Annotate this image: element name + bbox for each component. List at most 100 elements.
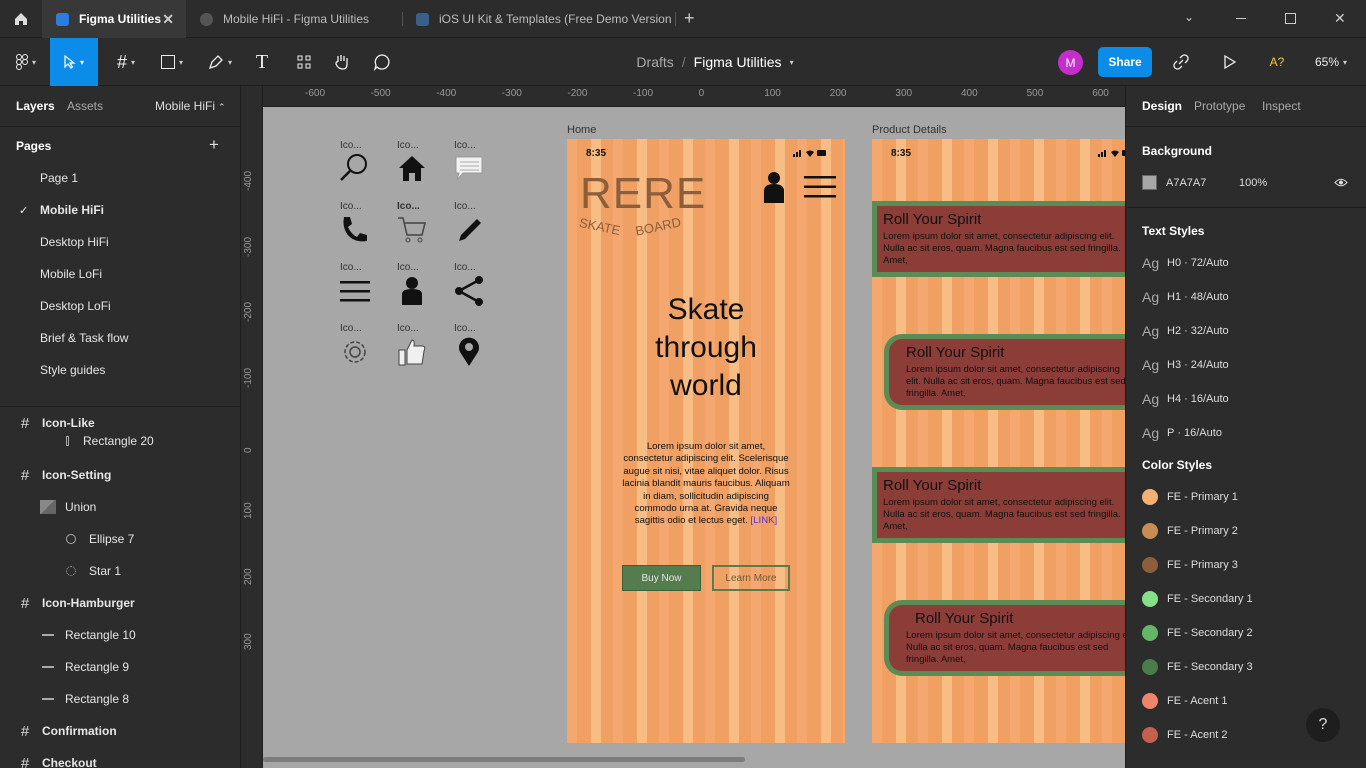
font-check-button[interactable]: A? xyxy=(1262,38,1292,86)
search-icon[interactable] xyxy=(339,153,371,185)
zoom-menu[interactable]: 65% ▾ xyxy=(1308,38,1354,86)
frame-label-home[interactable]: Home xyxy=(567,124,596,136)
text-style-item[interactable]: Ag H1 · 48/Auto xyxy=(1142,287,1229,307)
product-card[interactable]: Roll Your Spirit Lorem ipsum dolor sit a… xyxy=(884,600,1125,676)
product-card[interactable]: Roll Your Spirit Lorem ipsum dolor sit a… xyxy=(872,201,1125,277)
window-close-icon[interactable]: ✕ xyxy=(1334,10,1346,27)
shape-tool-button[interactable]: ▾ xyxy=(152,38,192,86)
chevron-down-icon[interactable]: ▾ xyxy=(790,58,794,67)
text-style-item[interactable]: Ag H4 · 16/Auto xyxy=(1142,389,1229,409)
comment-tool-button[interactable] xyxy=(368,38,396,86)
text-style-item[interactable]: Ag H2 · 32/Auto xyxy=(1142,321,1229,341)
text-style-size: 24/Auto xyxy=(1190,359,1229,371)
page-item[interactable]: Desktop HiFi xyxy=(0,226,240,258)
page-item[interactable]: Desktop LoFi xyxy=(0,290,240,322)
pencil-icon[interactable] xyxy=(453,214,485,246)
color-style-item[interactable]: FE - Primary 3 xyxy=(1142,555,1238,575)
phone-icon[interactable] xyxy=(339,214,371,246)
layer-item[interactable]: Rectangle 10 xyxy=(0,619,240,651)
layer-item[interactable]: # Icon-Hamburger xyxy=(0,587,240,619)
text-style-item[interactable]: Ag H0 · 72/Auto xyxy=(1142,253,1229,273)
product-card[interactable]: Roll Your Spirit Lorem ipsum dolor sit a… xyxy=(884,334,1125,410)
layer-item[interactable]: # Checkout xyxy=(0,747,240,768)
frame-tool-button[interactable]: # ▾ xyxy=(106,38,146,86)
color-style-item[interactable]: FE - Secondary 3 xyxy=(1142,657,1253,677)
minimize-icon[interactable] xyxy=(1236,18,1246,19)
thumbs-up-icon[interactable] xyxy=(396,336,428,368)
tab-figma-utilities[interactable]: Figma Utilities ✕ xyxy=(42,0,186,38)
add-page-icon[interactable]: + xyxy=(209,135,219,155)
text-tool-button[interactable]: T xyxy=(248,38,276,86)
close-icon[interactable]: ✕ xyxy=(162,11,174,28)
page-item[interactable]: Page 1 xyxy=(0,162,240,194)
layer-item[interactable]: Rectangle 9 xyxy=(0,651,240,683)
home-icon[interactable] xyxy=(396,153,428,185)
page-item[interactable]: Style guides xyxy=(0,354,240,386)
copy-link-button[interactable] xyxy=(1168,38,1194,86)
body-link[interactable]: [LINK] xyxy=(751,515,778,526)
tab-mobile-hifi[interactable]: Mobile HiFi - Figma Utilities xyxy=(186,0,402,38)
text-style-item[interactable]: Ag P · 16/Auto xyxy=(1142,423,1222,443)
tab-assets[interactable]: Assets xyxy=(67,99,103,113)
location-pin-icon[interactable] xyxy=(453,336,485,368)
profile-icon[interactable] xyxy=(763,171,785,203)
color-style-item[interactable]: FE - Primary 2 xyxy=(1142,521,1238,541)
tab-ios-ui-kit[interactable]: iOS UI Kit & Templates (Free Demo Versio… xyxy=(402,0,674,38)
new-tab-icon[interactable]: + xyxy=(684,8,695,29)
layer-item[interactable]: Rectangle 20 xyxy=(0,433,240,449)
page-item[interactable]: Mobile LoFi xyxy=(0,258,240,290)
layer-item[interactable]: # Icon-Setting xyxy=(0,459,240,491)
eye-icon[interactable] xyxy=(1334,178,1348,187)
canvas[interactable]: Ico... Ico... Ico... Ico... Ico... Ico... Ico.… xyxy=(263,107,1125,768)
layer-item[interactable]: # Confirmation xyxy=(0,715,240,747)
horizontal-scrollbar[interactable] xyxy=(263,757,745,762)
profile-icon[interactable] xyxy=(396,275,428,307)
home-icon[interactable] xyxy=(0,0,42,38)
cart-icon[interactable] xyxy=(396,214,428,246)
product-card[interactable]: Roll Your Spirit Lorem ipsum dolor sit a… xyxy=(872,467,1125,543)
present-button[interactable] xyxy=(1218,38,1242,86)
tab-inspect[interactable]: Inspect xyxy=(1262,99,1301,113)
tab-design[interactable]: Design xyxy=(1142,99,1182,113)
color-style-item[interactable]: FE - Secondary 1 xyxy=(1142,589,1253,609)
frame-home[interactable]: 8:35 RERE SKATE BOARD Skate through worl… xyxy=(567,139,845,743)
hamburger-icon[interactable] xyxy=(804,175,836,199)
chevron-down-icon[interactable]: ⌄ xyxy=(1184,10,1194,24)
comment-icon[interactable] xyxy=(453,153,485,185)
bg-opacity[interactable]: 100% xyxy=(1239,177,1267,189)
learn-more-button[interactable]: Learn More xyxy=(712,565,790,591)
file-name[interactable]: Figma Utilities xyxy=(694,54,782,70)
maximize-icon[interactable] xyxy=(1285,13,1296,24)
layer-item[interactable]: Rectangle 8 xyxy=(0,683,240,715)
page-item[interactable]: ✓ Mobile HiFi xyxy=(0,194,240,226)
main-menu-button[interactable]: ▾ xyxy=(8,38,44,86)
resources-button[interactable] xyxy=(290,38,318,86)
frame-product-details[interactable]: 8:35 Roll Your Spirit Lorem ipsum dolor … xyxy=(872,139,1125,743)
text-style-item[interactable]: Ag H3 · 24/Auto xyxy=(1142,355,1229,375)
layer-item[interactable]: Star 1 xyxy=(0,555,240,587)
layer-item[interactable]: Ellipse 7 xyxy=(0,523,240,555)
hand-tool-button[interactable] xyxy=(328,38,356,86)
page-item[interactable]: Brief & Task flow xyxy=(0,322,240,354)
help-button[interactable]: ? xyxy=(1306,708,1340,742)
tab-layers[interactable]: Layers xyxy=(16,99,55,113)
share-icon[interactable] xyxy=(453,275,485,307)
color-style-item[interactable]: FE - Acent 2 xyxy=(1142,725,1228,745)
layer-item[interactable]: Union xyxy=(0,491,240,523)
gear-icon[interactable] xyxy=(339,336,371,368)
frame-label-product-details[interactable]: Product Details xyxy=(872,124,947,136)
pen-tool-button[interactable]: ▾ xyxy=(200,38,240,86)
breadcrumb-drafts[interactable]: Drafts xyxy=(636,54,673,70)
tab-prototype[interactable]: Prototype xyxy=(1194,99,1245,113)
color-style-item[interactable]: FE - Primary 1 xyxy=(1142,487,1238,507)
buy-now-button[interactable]: Buy Now xyxy=(622,565,701,591)
page-switcher[interactable]: Mobile HiFi ⌃ xyxy=(155,99,226,113)
color-style-item[interactable]: FE - Secondary 2 xyxy=(1142,623,1253,643)
bg-hex[interactable]: A7A7A7 xyxy=(1166,177,1206,189)
hamburger-icon[interactable] xyxy=(339,275,371,307)
bg-swatch[interactable] xyxy=(1142,175,1157,190)
share-button[interactable]: Share xyxy=(1098,47,1152,77)
move-tool-button[interactable]: ▾ xyxy=(50,38,98,86)
avatar[interactable]: M xyxy=(1058,50,1083,75)
color-style-item[interactable]: FE - Acent 1 xyxy=(1142,691,1228,711)
